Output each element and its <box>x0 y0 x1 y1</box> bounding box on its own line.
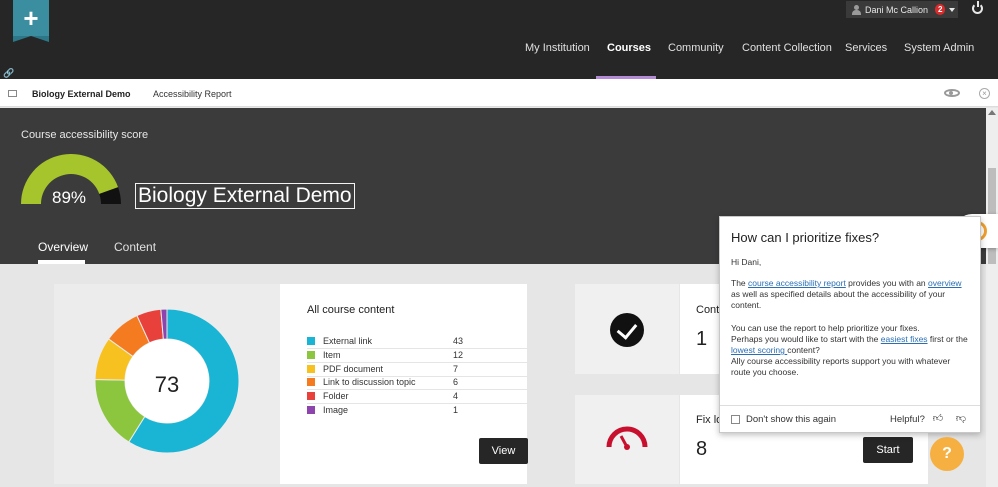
nav-services[interactable]: Services <box>845 42 887 54</box>
popover-text: as well as specified details about the a… <box>731 289 946 310</box>
nav-system-admin[interactable]: System Admin <box>904 42 974 54</box>
popover-title: How can I prioritize fixes? <box>731 230 880 245</box>
nav-courses[interactable]: Courses <box>607 42 651 54</box>
prioritize-fixes-popover: How can I prioritize fixes? Hi Dani, The… <box>719 216 981 433</box>
legend-swatch <box>307 406 315 414</box>
thumbs-down-icon[interactable]: 👎︎ <box>955 413 967 425</box>
popover-text: Ally course accessibility reports suppor… <box>731 356 951 377</box>
legend-label: Folder <box>323 391 349 401</box>
legend-count: 1 <box>453 405 459 415</box>
dont-show-again-checkbox[interactable] <box>731 415 740 424</box>
nav-content-collection[interactable]: Content Collection <box>742 42 832 54</box>
popover-greeting: Hi Dani, <box>731 257 762 267</box>
popover-text: first or the <box>927 334 968 344</box>
legend-row: External link 43 <box>307 335 528 349</box>
overview-link[interactable]: overview <box>928 278 962 288</box>
legend-swatch <box>307 337 315 345</box>
chevron-down-icon[interactable] <box>949 7 956 12</box>
legend-swatch <box>307 378 315 386</box>
score-label: Course accessibility score <box>21 129 149 141</box>
legend-row: Link to discussion topic 6 <box>307 376 528 390</box>
legend-row: Image 1 <box>307 404 528 418</box>
legend-row: Item 12 <box>307 349 528 363</box>
active-tab-indicator <box>38 260 85 264</box>
logo-ribbon <box>13 36 49 42</box>
user-menu[interactable]: Dani Mc Callion 2 <box>846 1 958 18</box>
link-icon[interactable]: 🔗 <box>3 68 14 79</box>
popover-text: The <box>731 278 749 288</box>
close-icon[interactable]: × <box>979 88 990 99</box>
popover-text: content? <box>787 345 820 355</box>
score-value: 89% <box>52 188 87 207</box>
stat-card-value: 8 <box>696 438 708 460</box>
popover-paragraph-1: The course accessibility report provides… <box>731 278 971 311</box>
breadcrumb-course[interactable]: Biology External Demo <box>32 89 131 99</box>
page-scrollbar[interactable] <box>986 108 998 487</box>
helpful-label: Helpful? <box>890 414 925 425</box>
popover-text: provides you with an <box>845 278 929 288</box>
speedometer-icon <box>606 426 648 450</box>
content-donut-panel: 73 <box>54 284 280 484</box>
content-card-title: All course content <box>307 304 395 316</box>
legend-swatch <box>307 351 315 359</box>
home-logo-button[interactable]: + <box>13 0 49 42</box>
dont-show-again-label[interactable]: Don't show this again <box>746 414 836 425</box>
start-button[interactable]: Start <box>863 437 913 463</box>
checkmark-icon <box>610 313 644 347</box>
popover-divider <box>720 405 980 406</box>
legend-label: Item <box>323 350 341 360</box>
breadcrumb: Biology External Demo Accessibility Repo… <box>0 79 998 107</box>
user-name: Dani Mc Callion <box>865 4 929 15</box>
legend-label: PDF document <box>323 364 384 374</box>
stat-card-value: 1 <box>696 328 708 350</box>
legend-label: Image <box>323 405 349 415</box>
legend-count: 43 <box>453 336 464 346</box>
lowest-scoring-link[interactable]: lowest scoring <box>731 345 787 355</box>
easiest-fixes-link[interactable]: easiest fixes <box>881 334 928 344</box>
legend-swatch <box>307 365 315 373</box>
legend-row: Folder 4 <box>307 390 528 404</box>
popover-text: You can use the report to help prioritiz… <box>731 323 920 333</box>
legend-label: Link to discussion topic <box>323 377 416 387</box>
user-icon <box>852 4 861 15</box>
content-total: 73 <box>154 372 180 397</box>
course-menu-icon[interactable] <box>8 90 17 97</box>
tab-content[interactable]: Content <box>114 240 156 254</box>
legend-count: 4 <box>453 391 459 401</box>
view-button[interactable]: View <box>479 438 528 464</box>
scroll-up-arrow-icon[interactable] <box>988 110 996 115</box>
legend-count: 6 <box>453 377 459 387</box>
legend-count: 12 <box>453 350 464 360</box>
notification-badge[interactable]: 2 <box>935 4 946 15</box>
breadcrumb-page: Accessibility Report <box>153 89 232 99</box>
popover-paragraph-2: You can use the report to help prioritiz… <box>731 323 971 378</box>
tab-overview[interactable]: Overview <box>38 240 88 254</box>
ally-accessibility-report-page: + Dani Mc Callion 2 My Institution Cours… <box>0 0 998 487</box>
nav-my-institution[interactable]: My Institution <box>525 42 590 54</box>
top-navigation-bar: + Dani Mc Callion 2 My Institution Cours… <box>0 0 998 79</box>
logout-power-icon[interactable] <box>972 1 983 14</box>
nav-community[interactable]: Community <box>668 42 724 54</box>
course-accessibility-report-link[interactable]: course accessibility report <box>748 278 846 288</box>
legend-swatch <box>307 392 315 400</box>
plus-icon: + <box>23 3 39 33</box>
legend-count: 7 <box>453 364 459 374</box>
course-title: Biology External Demo <box>135 183 355 209</box>
thumbs-up-icon[interactable]: 👍︎ <box>932 413 944 425</box>
legend-label: External link <box>323 336 373 346</box>
legend-row: PDF document 7 <box>307 363 528 377</box>
popover-text: Perhaps you would like to start with the <box>731 334 881 344</box>
eye-icon[interactable] <box>944 89 960 97</box>
help-button[interactable]: ? <box>930 437 964 471</box>
